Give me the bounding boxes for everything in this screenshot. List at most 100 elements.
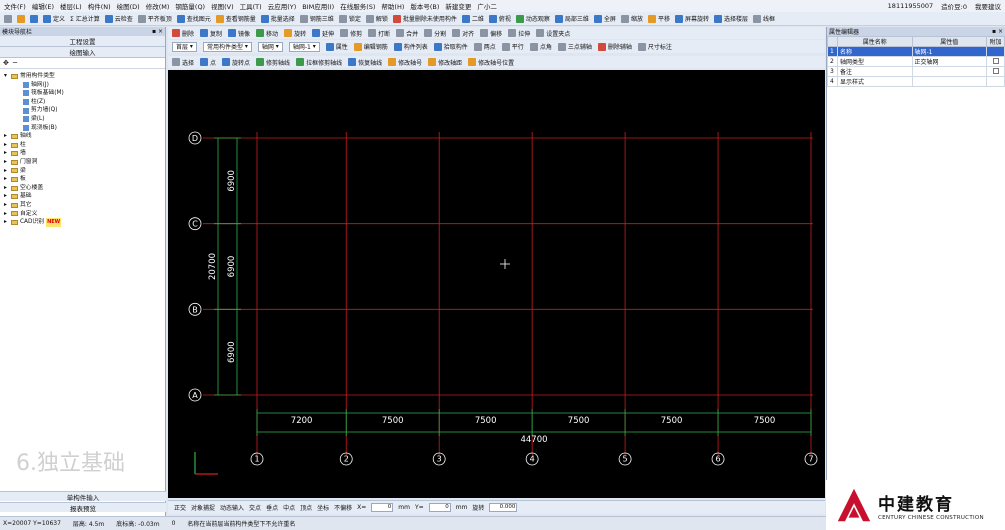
two-point-button[interactable]: 两点 <box>473 42 496 51</box>
drawing-canvas[interactable]: 1 2 3 4 5 6 7 A B C D 7200 7500 7500 7500 7500 7500 44700… <box>168 70 825 498</box>
view-2d-button[interactable]: 二维 <box>461 14 484 23</box>
edit-axis-number-pos-tool[interactable]: 修改轴号位置 <box>468 58 514 67</box>
tree-item[interactable]: 柱(Z) <box>4 98 165 107</box>
tree-item[interactable]: 现浇板(B) <box>4 124 165 133</box>
extra-checkbox[interactable] <box>986 46 1005 57</box>
zoom-button[interactable]: 缩放 <box>620 14 643 23</box>
menu-view[interactable]: 视图(V) <box>211 1 234 11</box>
menu-help[interactable]: 帮助(H) <box>381 1 404 11</box>
tree-item[interactable]: ▸ 轴线 <box>4 132 165 141</box>
properties-button[interactable]: 属性 <box>325 42 348 51</box>
tree-item[interactable]: 筏板基础(M) <box>4 89 165 98</box>
tree-item[interactable]: ▸ 板 <box>4 175 165 184</box>
move-tool[interactable]: 移动 <box>256 29 278 38</box>
property-value[interactable]: 正交轴网 <box>911 56 987 67</box>
split-tool[interactable]: 分割 <box>424 29 446 38</box>
expand-arrow-icon[interactable]: ▸ <box>4 132 9 141</box>
expand-arrow-icon[interactable]: ▸ <box>4 175 9 184</box>
expand-arrow-icon[interactable]: ▸ <box>4 201 9 210</box>
extend-tool[interactable]: 延伸 <box>312 29 334 38</box>
close-icon[interactable]: ▪ × <box>992 28 1003 35</box>
drawing-input-button[interactable]: 绘图输入 <box>0 47 165 58</box>
restore-axis-tool[interactable]: 恢复轴线 <box>348 58 382 67</box>
menu-rebar[interactable]: 钢筋量(Q) <box>175 1 205 11</box>
expand-arrow-icon[interactable]: ▾ <box>4 72 9 81</box>
coordinate-snap[interactable]: 坐标 <box>317 503 329 512</box>
y-input[interactable]: 0 <box>428 503 451 512</box>
select-tool[interactable]: 选择 <box>172 58 194 67</box>
pan-button[interactable]: 平移 <box>647 14 670 23</box>
menu-floor[interactable]: 楼层(L) <box>60 1 82 11</box>
dimension-button[interactable]: 尺寸标注 <box>637 42 672 51</box>
local-3d-button[interactable]: 局部三维 <box>554 14 589 23</box>
box-trim-axis-tool[interactable]: 拉框修剪轴线 <box>296 58 342 67</box>
pick-component-button[interactable]: 拾取构件 <box>433 42 468 51</box>
report-preview-button[interactable]: 报表预览 <box>0 502 166 513</box>
intersection-snap[interactable]: 交点 <box>249 503 261 512</box>
property-value[interactable]: 轴网-1 <box>911 46 987 57</box>
expand-arrow-icon[interactable]: ▸ <box>4 141 9 150</box>
menu-version[interactable]: 版本号(B) <box>410 1 439 11</box>
rotate-checkbox[interactable]: 旋转 <box>472 503 484 512</box>
dynamic-input-toggle[interactable]: 动态输入 <box>220 503 244 512</box>
ortho-toggle[interactable]: 正交 <box>174 503 186 512</box>
merge-tool[interactable]: 合并 <box>396 29 418 38</box>
three-point-axis-button[interactable]: 三点辅轴 <box>557 42 592 51</box>
align-tool[interactable]: 对齐 <box>452 29 474 38</box>
tree-item[interactable]: 剪力墙(Q) <box>4 106 165 115</box>
open-file-button[interactable] <box>17 14 25 23</box>
lock-button[interactable]: 锁定 <box>338 14 361 23</box>
type-select[interactable]: 轴网 ▾ <box>257 41 283 52</box>
property-row[interactable]: 3 备注 <box>827 66 1005 77</box>
object-snap-toggle[interactable]: 对象捕捉 <box>191 503 215 512</box>
menu-edit[interactable]: 编辑(E) <box>32 1 54 11</box>
tree-item[interactable]: ▸ 门窗洞 <box>4 158 165 167</box>
expand-icon[interactable]: ✥ <box>3 59 9 67</box>
midpoint-snap[interactable]: 中点 <box>283 503 295 512</box>
edit-axis-spacing-tool[interactable]: 修改轴距 <box>428 58 462 67</box>
component-list-button[interactable]: 构件列表 <box>393 42 428 51</box>
tree-item[interactable]: ▸ CAD识别 NEW <box>4 218 165 227</box>
wireframe-button[interactable]: 线框 <box>753 14 775 23</box>
tree-item[interactable]: 梁(L) <box>4 115 165 124</box>
extra-checkbox[interactable] <box>986 66 1005 77</box>
fullscreen-button[interactable]: 全屏 <box>593 14 616 23</box>
expand-arrow-icon[interactable]: ▸ <box>4 184 9 193</box>
property-value[interactable] <box>911 66 987 77</box>
select-floor-button[interactable]: 选择楼层 <box>713 14 748 23</box>
point-tool[interactable]: 点 <box>200 58 216 67</box>
rebar-3d-button[interactable]: 钢筋三维 <box>299 14 334 23</box>
property-row[interactable]: 1 名称 轴网-1 <box>827 46 1005 57</box>
perpendicular-snap[interactable]: 垂点 <box>266 503 278 512</box>
trim-axis-tool[interactable]: 修剪轴线 <box>256 58 290 67</box>
menu-bim[interactable]: BIM应用(I) <box>302 1 334 11</box>
parallel-button[interactable]: 平行 <box>501 42 524 51</box>
tree-item[interactable]: ▸ 墙 <box>4 149 165 158</box>
find-element-button[interactable]: 查找图元 <box>176 14 211 23</box>
mirror-tool[interactable]: 镜像 <box>228 29 250 38</box>
tree-item[interactable]: 轴网(J) <box>4 81 165 90</box>
name-select[interactable]: 轴网-1 ▾ <box>288 41 320 52</box>
project-settings-button[interactable]: 工程设置 <box>0 36 165 47</box>
point-angle-button[interactable]: 点角 <box>529 42 552 51</box>
offset-select[interactable]: 不偏移 <box>334 503 352 512</box>
expand-arrow-icon[interactable]: ▸ <box>4 210 9 219</box>
menu-modify[interactable]: 修改(M) <box>146 1 170 11</box>
break-tool[interactable]: 打断 <box>368 29 390 38</box>
cloud-check-button[interactable]: 云检查 <box>104 14 133 23</box>
tree-item[interactable]: ▸ 梁 <box>4 167 165 176</box>
property-value[interactable] <box>911 76 987 87</box>
copy-tool[interactable]: 复制 <box>200 29 222 38</box>
menu-cloud[interactable]: 云应用(Y) <box>268 1 297 11</box>
grip-tool[interactable]: 设置夹点 <box>536 29 570 38</box>
tree-item[interactable]: ▸ 柱 <box>4 141 165 150</box>
user-phone[interactable]: 18111955007 <box>888 2 934 10</box>
menu-component[interactable]: 构件(N) <box>88 1 111 11</box>
collapse-icon[interactable]: ─ <box>13 59 17 67</box>
tree-item[interactable]: ▸ 基础 <box>4 192 165 201</box>
menu-tools[interactable]: 工具(T) <box>240 1 262 11</box>
sum-calc-button[interactable]: Σ 汇总计算 <box>70 14 100 23</box>
align-slab-button[interactable]: 平齐板顶 <box>137 14 172 23</box>
rotate-input[interactable]: 0.000 <box>489 503 518 512</box>
tree-item[interactable]: ▸ 其它 <box>4 201 165 210</box>
